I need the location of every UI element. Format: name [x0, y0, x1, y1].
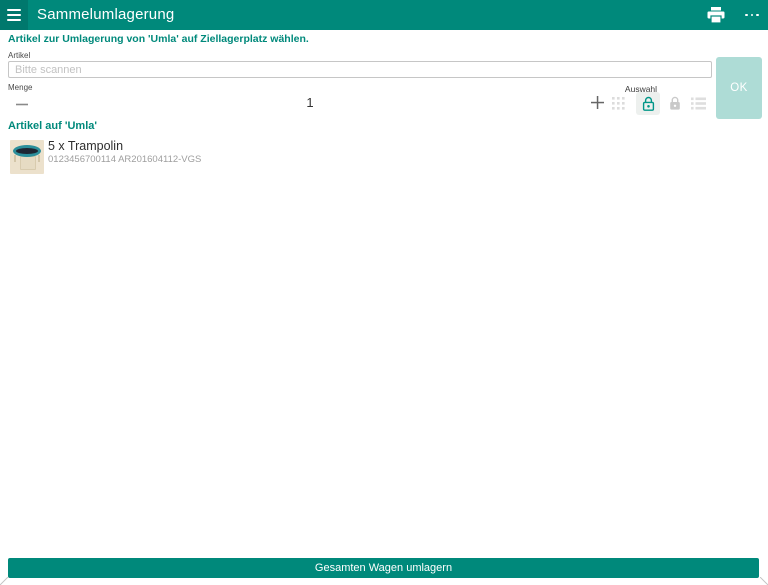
list-icon: [691, 97, 706, 110]
increase-quantity-button[interactable]: [589, 94, 606, 111]
lock-outline-icon: [642, 96, 654, 111]
grid-icon: [612, 97, 625, 110]
dot-icon: [750, 13, 754, 17]
print-button[interactable]: [705, 7, 727, 24]
instruction-text: Artikel zur Umlagerung von 'Umla' auf Zi…: [8, 33, 309, 45]
hamburger-menu-button[interactable]: [0, 0, 28, 30]
lock-filled-toggle[interactable]: [667, 95, 683, 112]
thumbnail-trampoline-shape: [13, 145, 41, 157]
overflow-menu-button[interactable]: [741, 11, 763, 19]
cart-item-row[interactable]: 5 x Trampolin 0123456700114 AR201604112-…: [0, 138, 768, 178]
hamburger-icon: [7, 19, 21, 21]
thumbnail-box-shape: [20, 156, 36, 170]
minus-icon: [16, 103, 28, 105]
sammelumlagerung-app: Sammelumlagerung Artikel zur Umlagerung …: [0, 0, 768, 585]
decrease-quantity-button[interactable]: [13, 97, 31, 111]
hamburger-icon: [7, 14, 21, 16]
transfer-entire-cart-button[interactable]: Gesamten Wagen umlagern: [8, 558, 759, 578]
item-title: 5 x Trampolin: [48, 139, 124, 153]
quantity-label: Menge: [8, 83, 33, 92]
scan-input[interactable]: [8, 61, 712, 78]
lock-filled-icon: [670, 96, 680, 110]
thumbnail-leg-shape: [38, 155, 40, 162]
plus-icon: [591, 96, 604, 109]
item-barcode-article-number: 0123456700114 AR201604112-VGS: [48, 154, 202, 165]
quantity-value: 1: [306, 95, 314, 110]
page-title: Sammelumlagerung: [37, 6, 175, 23]
grid-select-button[interactable]: [612, 97, 626, 111]
list-view-button[interactable]: [691, 97, 708, 111]
article-field-label: Artikel: [8, 51, 31, 60]
thumbnail-leg-shape: [14, 155, 16, 162]
lock-outline-toggle[interactable]: [636, 92, 660, 115]
hamburger-icon: [7, 9, 21, 11]
printer-icon: [707, 7, 725, 24]
dot-icon: [756, 13, 759, 17]
resize-grip-right[interactable]: [760, 577, 768, 585]
trampoline-thumbnail-image: [10, 140, 44, 174]
resize-grip-left[interactable]: [0, 577, 8, 585]
dot-icon: [745, 13, 748, 17]
ok-button[interactable]: OK: [716, 57, 762, 119]
cart-section-header: Artikel auf 'Umla': [8, 120, 97, 132]
top-bar: Sammelumlagerung: [0, 0, 768, 30]
